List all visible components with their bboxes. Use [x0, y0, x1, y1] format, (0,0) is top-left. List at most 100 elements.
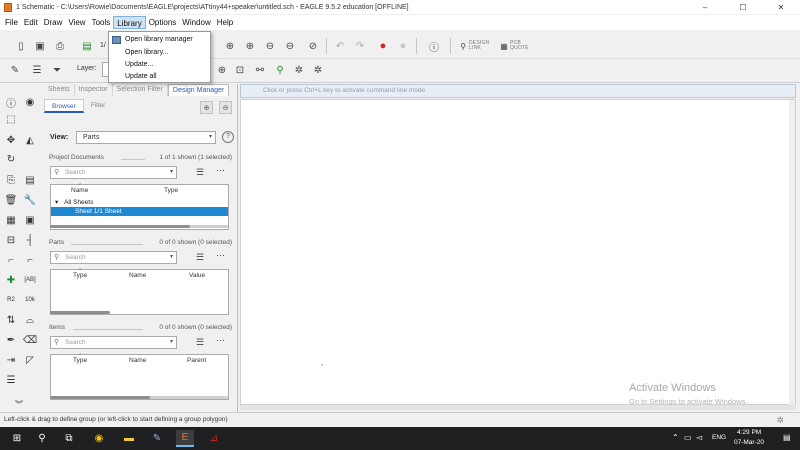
task-view-icon[interactable]: ⧉ [60, 430, 78, 447]
menu-view[interactable]: View [65, 16, 88, 29]
tray-date[interactable]: 07-Mar-20 [734, 439, 764, 446]
acrobat-icon[interactable]: ⊿ [205, 430, 223, 447]
menu-file[interactable]: File [2, 16, 21, 29]
search-icon[interactable]: ⚲ [33, 430, 51, 447]
pcb-quote-label[interactable]: PCB QUOTE [510, 41, 529, 51]
menu-help[interactable]: Help [214, 16, 236, 29]
zoom-redraw-icon[interactable]: ⊘ [306, 39, 320, 53]
zoom-out-icon[interactable]: ⊖ [263, 39, 277, 53]
paste-icon[interactable]: ▤ [23, 173, 37, 187]
pin-swap-icon[interactable]: ⇥ [4, 353, 18, 367]
delete-icon[interactable]: 🗑 [4, 193, 18, 207]
net-tool-icon[interactable]: ⌐ [23, 253, 37, 267]
gate-swap-icon[interactable]: ⊟ [4, 233, 18, 247]
save-icon[interactable]: ▣ [33, 39, 47, 53]
settings-icon[interactable]: ✲ [311, 63, 325, 77]
column-header-type[interactable]: Type [164, 187, 178, 194]
help-icon[interactable]: ? [222, 131, 234, 143]
show-icon[interactable]: ◉ [23, 95, 37, 109]
windows-start-icon[interactable]: ⊞ [8, 430, 26, 447]
zoom-area-icon[interactable]: ⊕ [215, 63, 229, 77]
status-gear-icon[interactable]: ✲ [776, 414, 784, 427]
copy-icon[interactable]: ⎘ [4, 173, 18, 187]
design-link-icon[interactable]: ⚲ [456, 39, 470, 53]
open-library-manager-item[interactable]: Open library manager [109, 34, 210, 46]
info-icon[interactable]: ⓘ [4, 95, 18, 110]
tray-volume-icon[interactable]: ◅ [696, 433, 702, 442]
split-icon[interactable]: ┤ [23, 233, 37, 247]
value-icon[interactable]: 10k [23, 293, 37, 307]
menu-library[interactable]: Library [113, 16, 146, 29]
subtab-browser[interactable]: Browser [44, 99, 84, 113]
erc-icon[interactable]: ☰ [4, 373, 18, 387]
wrench-icon[interactable]: 🔧 [23, 193, 37, 207]
column-header-value[interactable]: Value [189, 272, 205, 279]
items-search[interactable]: ⚲ Search ▾ [50, 336, 177, 349]
list-options-icon[interactable]: ☰ [196, 167, 204, 178]
rotate-icon[interactable]: ↻ [4, 152, 18, 166]
print-icon[interactable]: ⎙ [53, 39, 67, 53]
attribute-icon[interactable]: ⌫ [23, 333, 37, 347]
tree-group-all-sheets[interactable]: ▾ All Sheets [51, 198, 228, 207]
table-row[interactable]: Sheet 1/1 Sheet [51, 207, 228, 216]
zoom-to-selection-icon[interactable]: ⊕ [200, 101, 213, 114]
more-options-icon[interactable]: ⋯ [216, 335, 225, 346]
update-all-item[interactable]: Update all [109, 71, 210, 83]
new-file-icon[interactable]: ▯ [14, 39, 28, 53]
minimize-button[interactable]: – [686, 0, 724, 14]
pcb-quote-icon[interactable]: ▦ [497, 39, 511, 53]
scrollbar-thumb[interactable] [50, 396, 150, 399]
snap-icon[interactable]: ⊡ [233, 63, 247, 77]
tray-network-icon[interactable]: ▭ [684, 433, 692, 442]
more-options-icon[interactable]: ⋯ [216, 250, 225, 261]
tray-time[interactable]: 4:29 PM [737, 429, 761, 436]
more-options-icon[interactable]: ⋯ [216, 165, 225, 176]
chrome-icon[interactable]: ◉ [90, 430, 108, 447]
zoom-in-icon[interactable]: ⊕ [243, 39, 257, 53]
line-draw-icon[interactable]: ◸ [23, 353, 37, 367]
menu-window[interactable]: Window [179, 16, 213, 29]
column-header-type[interactable]: Type [73, 272, 87, 279]
column-header-name[interactable]: Name [129, 357, 146, 364]
cam-icon[interactable]: ▤ [80, 39, 94, 53]
canvas-vertical-scrollbar[interactable] [789, 100, 795, 406]
list-options-icon[interactable]: ☰ [196, 337, 204, 348]
column-header-type[interactable]: Type [73, 357, 87, 364]
name-icon[interactable]: R2 [4, 293, 18, 307]
expand-chevron-icon[interactable]: ︾ [12, 397, 26, 411]
help-circle-icon[interactable]: ⓘ [427, 39, 441, 54]
menu-options[interactable]: Options [146, 16, 180, 29]
close-button[interactable]: ✕ [762, 0, 800, 14]
notification-icon[interactable]: ▤ [783, 433, 791, 442]
move-icon[interactable]: ✥ [4, 133, 18, 147]
go-icon[interactable]: ● [396, 39, 410, 53]
junction-icon[interactable]: ✚ [4, 273, 18, 287]
filter-icon[interactable]: ⏷ [50, 63, 64, 77]
mirror-icon[interactable]: ◭ [23, 133, 37, 147]
tab-design-manager[interactable]: Design Manager [167, 84, 230, 96]
canvas-horizontal-scrollbar[interactable] [240, 405, 796, 410]
column-header-name[interactable]: Name [129, 272, 146, 279]
update-library-item[interactable]: Update... [109, 59, 210, 71]
tray-language[interactable]: ENG [712, 434, 726, 441]
project-documents-search[interactable]: ⚲ Search ▾ [50, 166, 177, 179]
subtab-filter[interactable]: Filter [84, 99, 112, 113]
label-icon[interactable]: [AB] [23, 273, 37, 287]
stop-icon[interactable]: ● [376, 39, 390, 53]
zoom-fit-icon[interactable]: ⊕ [223, 39, 237, 53]
miter-icon[interactable]: ⌓ [23, 313, 37, 327]
net-icon[interactable]: ⚯ [253, 63, 267, 77]
tab-sheets[interactable]: Sheets [44, 84, 75, 96]
scrollbar-thumb[interactable] [50, 225, 190, 228]
gear-icon[interactable]: ✲ [292, 63, 306, 77]
tray-chevron-icon[interactable]: ⌃ [672, 433, 679, 442]
project-documents-scrollbar[interactable] [50, 225, 228, 228]
command-line-input[interactable]: Click or press Ctrl+L key to activate co… [240, 84, 796, 98]
smash-icon[interactable]: ⇅ [4, 313, 18, 327]
zoom-select-icon[interactable]: ⊖ [283, 39, 297, 53]
list-options-icon[interactable]: ☰ [196, 252, 204, 263]
eagle-taskbar-icon[interactable]: E [176, 430, 194, 447]
parts-search[interactable]: ⚲ Search ▾ [50, 251, 177, 264]
items-scrollbar[interactable] [50, 396, 228, 399]
undo-icon[interactable]: ↶ [333, 39, 347, 53]
